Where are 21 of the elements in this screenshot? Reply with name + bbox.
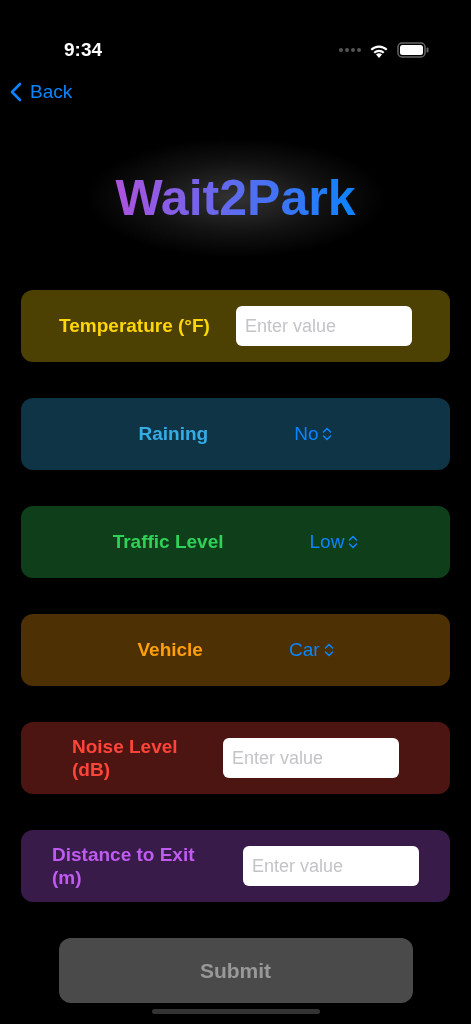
battery-icon — [397, 42, 429, 58]
field-label: Temperature (°F) — [59, 314, 210, 339]
field-label: Raining — [138, 422, 209, 447]
home-indicator[interactable] — [151, 1009, 320, 1015]
picker-button[interactable]: No — [294, 420, 333, 449]
chevron-updown-icon — [322, 426, 333, 443]
chevron-updown-icon — [323, 642, 334, 659]
field-label: Distance to Exit (m) — [52, 842, 196, 890]
field-label: Noise Level (dB) — [72, 734, 179, 782]
field-label: Vehicle — [137, 638, 203, 663]
field-label: Traffic Level — [112, 530, 224, 555]
input-field[interactable]: Enter value — [235, 306, 412, 347]
signal-icon — [339, 48, 361, 52]
status-time: 9:34 — [64, 37, 103, 62]
back-button[interactable]: Back — [10, 76, 73, 109]
picker-button[interactable]: Car — [288, 636, 334, 665]
picker-button[interactable]: Low — [309, 528, 359, 557]
input-field[interactable]: Enter value — [243, 846, 419, 887]
chevron-left-icon — [10, 82, 22, 103]
input-field[interactable]: Enter value — [223, 738, 399, 779]
chevron-updown-icon — [348, 534, 359, 551]
